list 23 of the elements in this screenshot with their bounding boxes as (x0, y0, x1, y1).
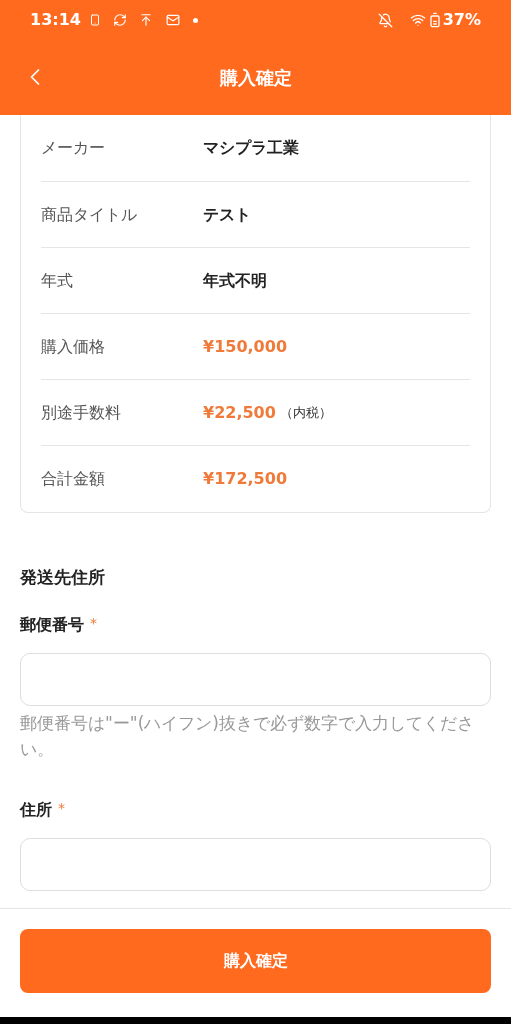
field-label: 郵便番号 (20, 613, 84, 636)
field-label: 住所 (20, 798, 52, 821)
page-title: 購入確定 (219, 66, 292, 90)
battery-level: 37% (442, 9, 481, 31)
tax-note: （内税） (279, 403, 332, 422)
detail-value: ¥150,000 (203, 335, 287, 358)
detail-value: マシプラ工業 (203, 137, 299, 159)
detail-value: テスト (203, 203, 251, 226)
detail-label: 合計金額 (41, 468, 106, 490)
detail-value: 年式不明 (203, 269, 267, 292)
detail-label: 購入価格 (41, 335, 106, 358)
detail-label: 年式 (41, 269, 74, 292)
detail-label: 商品タイトル (41, 203, 138, 226)
required-mark: * (58, 798, 65, 818)
detail-value: ¥22,500 (203, 401, 276, 424)
section-title: 発送先住所 (20, 566, 106, 589)
status-time: 13:14 (30, 9, 81, 31)
confirm-button[interactable]: 購入確定 (20, 929, 491, 993)
required-mark: * (90, 613, 97, 633)
detail-value: ¥172,500 (203, 468, 287, 490)
field-hint: 郵便番号は"ー"(ハイフン)抜きで必ず数字で入力してください。 (20, 711, 475, 761)
detail-label: メーカー (41, 137, 106, 159)
detail-label: 別途手数料 (41, 401, 122, 424)
